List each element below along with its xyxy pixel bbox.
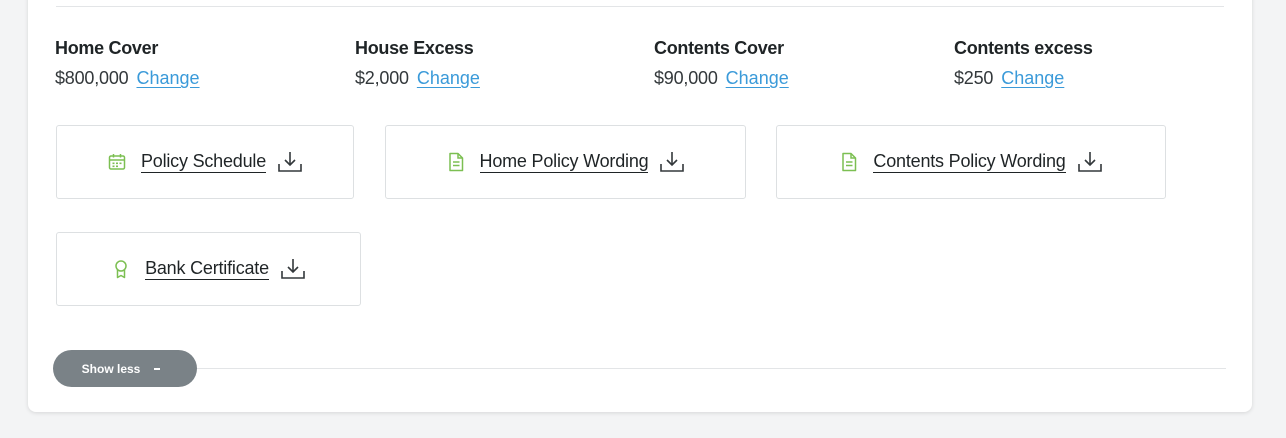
contents-policy-wording-button[interactable]: Contents Policy Wording — [776, 125, 1166, 199]
show-less-label: Show less — [81, 361, 141, 376]
cover-item-house-excess: House Excess $2,000 Change — [355, 37, 645, 89]
change-contents-excess-link[interactable]: Change — [1001, 68, 1064, 88]
cover-value: $90,000 — [654, 68, 718, 88]
cover-label: House Excess — [355, 38, 474, 58]
top-divider — [56, 6, 1224, 7]
download-icon — [1077, 150, 1103, 174]
award-icon — [111, 259, 131, 279]
calendar-icon — [107, 152, 127, 172]
cover-value: $250 — [954, 68, 994, 88]
document-label: Home Policy Wording — [479, 151, 649, 173]
download-icon — [280, 257, 306, 281]
minus-icon — [154, 367, 161, 370]
bank-certificate-button[interactable]: Bank Certificate — [56, 232, 361, 306]
cover-label: Contents Cover — [654, 38, 784, 58]
download-icon — [659, 150, 685, 174]
bottom-divider — [197, 368, 1226, 369]
download-icon — [277, 150, 303, 174]
change-house-excess-link[interactable]: Change — [417, 68, 480, 88]
cover-label: Contents excess — [954, 38, 1093, 58]
document-icon — [446, 152, 466, 172]
document-label: Contents Policy Wording — [873, 151, 1066, 173]
cover-value: $800,000 — [55, 68, 129, 88]
document-icon — [839, 152, 859, 172]
cover-item-contents-excess: Contents excess $250 Change — [954, 37, 1244, 89]
policy-schedule-button[interactable]: Policy Schedule — [56, 125, 354, 199]
document-label: Bank Certificate — [145, 258, 269, 280]
show-less-button[interactable]: Show less — [53, 350, 197, 387]
cover-item-contents-cover: Contents Cover $90,000 Change — [654, 37, 944, 89]
change-contents-cover-link[interactable]: Change — [726, 68, 789, 88]
document-label: Policy Schedule — [140, 151, 267, 173]
change-home-cover-link[interactable]: Change — [136, 68, 199, 88]
cover-value: $2,000 — [355, 68, 409, 88]
cover-item-home-cover: Home Cover $800,000 Change — [55, 37, 345, 89]
cover-label: Home Cover — [55, 38, 159, 58]
home-policy-wording-button[interactable]: Home Policy Wording — [385, 125, 746, 199]
